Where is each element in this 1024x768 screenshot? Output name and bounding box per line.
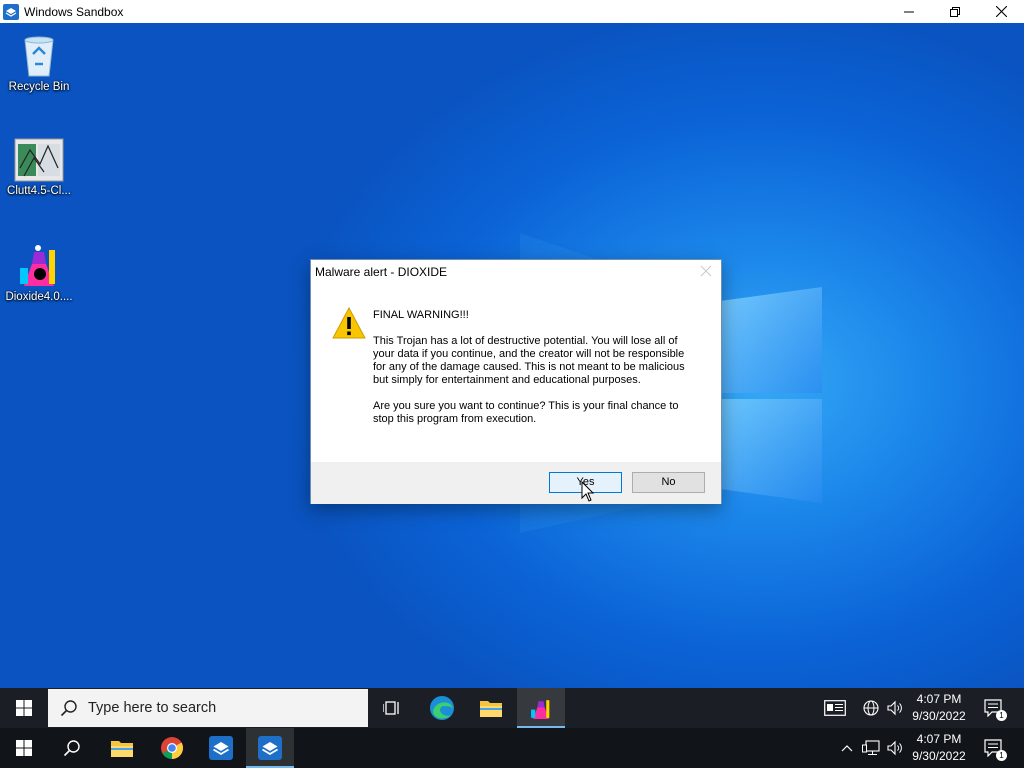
taskbar-edge[interactable] xyxy=(418,688,466,728)
desktop-icon-dioxide[interactable]: Dioxide4.0.... xyxy=(1,242,77,303)
clock-date: 9/30/2022 xyxy=(912,749,966,763)
clock-time: 4:07 PM xyxy=(916,732,962,746)
globe-network-icon xyxy=(863,700,879,716)
folder-icon xyxy=(480,701,502,717)
dialog-paragraph: This Trojan has a lot of destructive pot… xyxy=(373,335,685,386)
clock[interactable]: 4:07 PM 9/30/2022 xyxy=(904,691,974,725)
task-view-icon xyxy=(383,701,399,715)
clock[interactable]: 4:07 PM 9/30/2022 xyxy=(904,731,974,765)
taskbar-file-explorer[interactable] xyxy=(467,688,515,728)
show-hidden-icons-button[interactable] xyxy=(838,728,856,768)
notification-count: 1 xyxy=(996,710,1007,721)
volume-button[interactable] xyxy=(884,728,906,768)
taskbar-chrome[interactable] xyxy=(148,728,196,768)
speaker-icon xyxy=(887,700,902,716)
news-icon xyxy=(824,700,846,716)
mouse-cursor-icon xyxy=(581,481,595,502)
clutt-app-icon xyxy=(14,138,64,182)
dioxide-app-icon xyxy=(20,245,55,286)
task-view-button[interactable] xyxy=(368,688,416,728)
dialog-message: FINAL WARNING!!! This Trojan has a lot o… xyxy=(373,309,697,439)
desktop-icon-recycle-bin[interactable]: Recycle Bin xyxy=(1,32,77,93)
ethernet-network-icon xyxy=(862,740,880,755)
volume-button[interactable] xyxy=(884,688,906,728)
windows-start-icon xyxy=(16,740,32,756)
minimize-icon xyxy=(904,11,914,12)
malware-alert-dialog: Malware alert - DIOXIDE FINAL WARNING!!!… xyxy=(310,259,722,504)
clock-time: 4:07 PM xyxy=(916,692,962,706)
sandbox-app-icon xyxy=(3,3,19,20)
news-widget-button[interactable] xyxy=(820,688,850,728)
taskbar-dioxide[interactable] xyxy=(517,688,565,728)
sandbox-icon xyxy=(258,736,282,760)
action-center-button[interactable]: 1 xyxy=(978,688,1008,728)
desktop-icon-label: Clutt4.5-Cl... xyxy=(7,185,71,197)
search-icon xyxy=(63,740,80,757)
start-button[interactable] xyxy=(0,728,48,768)
chevron-up-icon xyxy=(841,745,853,752)
action-center-button[interactable]: 1 xyxy=(978,728,1008,768)
dialog-paragraph: Are you sure you want to continue? This … xyxy=(373,400,679,425)
sandbox-icon xyxy=(209,736,233,760)
clock-date: 9/30/2022 xyxy=(912,709,966,723)
taskbar-sandbox: 4:07 PM 9/30/2022 1 xyxy=(0,728,1024,768)
network-button[interactable] xyxy=(860,728,882,768)
dioxide-taskbar-icon xyxy=(531,700,550,719)
folder-icon xyxy=(111,741,133,757)
network-button[interactable] xyxy=(860,688,882,728)
restore-icon xyxy=(950,6,960,17)
window-title: Windows Sandbox xyxy=(24,4,124,19)
speaker-icon xyxy=(887,740,902,756)
desktop-icon-clutt[interactable]: Clutt4.5-Cl... xyxy=(1,138,77,197)
search-button[interactable] xyxy=(48,728,96,768)
search-placeholder: Type here to search xyxy=(88,700,217,716)
taskbar-file-explorer[interactable] xyxy=(98,728,146,768)
no-button[interactable]: No xyxy=(632,472,705,493)
taskbar-sandbox-1[interactable] xyxy=(197,728,245,768)
sandbox-titlebar: Windows Sandbox xyxy=(0,0,1024,23)
chrome-icon xyxy=(161,737,183,759)
minimize-button[interactable] xyxy=(886,0,932,23)
windows-start-icon xyxy=(16,700,32,716)
edge-icon xyxy=(430,696,454,720)
warning-icon xyxy=(332,307,366,339)
dialog-heading: FINAL WARNING!!! xyxy=(373,309,469,321)
search-box[interactable]: Type here to search xyxy=(48,689,368,727)
taskbar-host: Type here to search 4:07 PM 9/30/2022 1 xyxy=(0,688,1024,728)
recycle-bin-icon xyxy=(24,36,54,77)
restore-button[interactable] xyxy=(932,0,978,23)
desktop-icon-label: Recycle Bin xyxy=(8,81,70,93)
close-icon xyxy=(995,6,1007,17)
desktop-icon-label: Dioxide4.0.... xyxy=(5,291,73,303)
notification-count: 1 xyxy=(996,750,1007,761)
dialog-title: Malware alert - DIOXIDE xyxy=(315,265,448,279)
close-button[interactable] xyxy=(978,0,1024,23)
taskbar-sandbox-2[interactable] xyxy=(246,728,294,768)
start-button[interactable] xyxy=(0,688,48,728)
dialog-close-icon[interactable] xyxy=(699,264,713,278)
search-icon xyxy=(60,700,77,717)
